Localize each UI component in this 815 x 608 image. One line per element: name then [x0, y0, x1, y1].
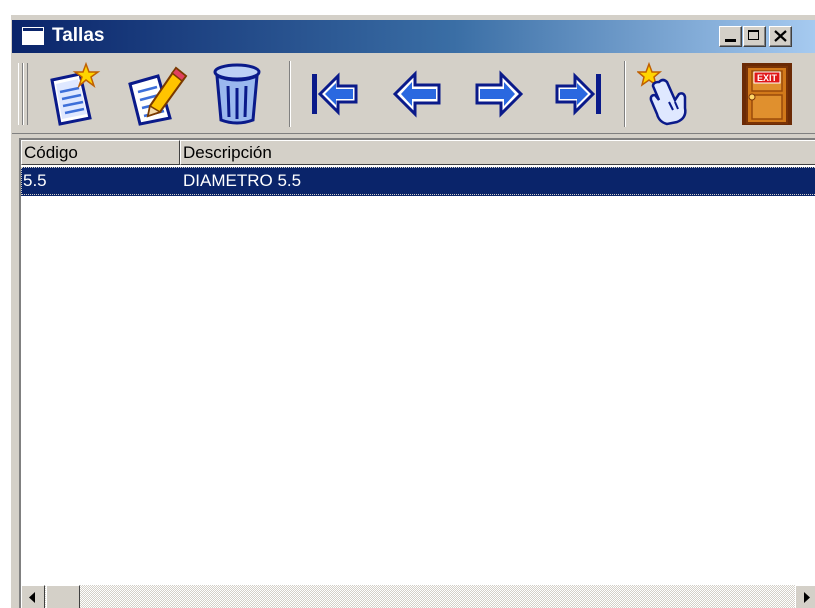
column-header-descripcion[interactable]: Descripción [180, 140, 815, 165]
tallas-window: Tallas EXIT Código Descripción 5.5 DIAME… [10, 14, 815, 608]
scroll-left-button[interactable] [21, 585, 45, 608]
select-button[interactable] [634, 60, 700, 128]
scroll-right-button[interactable] [795, 585, 815, 608]
cell-codigo: 5.5 [23, 171, 47, 190]
delete-button[interactable] [204, 60, 270, 128]
column-header-codigo[interactable]: Código [21, 140, 180, 165]
exit-door-icon: EXIT [742, 63, 792, 125]
list-header: Código Descripción [21, 140, 815, 165]
first-record-button[interactable] [301, 60, 367, 128]
toolbar-grip-2[interactable] [23, 63, 28, 125]
new-record-button[interactable] [39, 60, 105, 128]
maximize-button[interactable] [743, 26, 766, 47]
arrow-right-icon [804, 592, 810, 603]
select-hand-icon [637, 62, 687, 126]
exit-button[interactable]: EXIT [734, 60, 800, 128]
toolbar-separator-2 [624, 61, 626, 127]
cell-descripcion: DIAMETRO 5.5 [183, 171, 302, 190]
toolbar: EXIT [12, 55, 815, 134]
window-title: Tallas [52, 25, 105, 46]
title-bar[interactable]: Tallas [12, 20, 815, 53]
last-record-button[interactable] [546, 60, 612, 128]
edit-record-icon [128, 66, 188, 126]
scroll-thumb[interactable] [46, 585, 80, 608]
toolbar-separator [289, 61, 291, 127]
edit-record-button[interactable] [123, 60, 189, 128]
first-record-icon [312, 72, 358, 116]
previous-record-icon [392, 70, 441, 118]
exit-label: EXIT [757, 73, 778, 83]
previous-record-button[interactable] [384, 60, 450, 128]
close-button[interactable] [769, 26, 792, 47]
arrow-left-icon [29, 592, 35, 603]
next-record-button[interactable] [466, 60, 532, 128]
close-icon [774, 30, 787, 42]
minimize-button[interactable] [719, 26, 742, 47]
horizontal-scrollbar[interactable] [21, 585, 815, 608]
tallas-list[interactable]: Código Descripción 5.5 DIAMETRO 5.5 [19, 138, 815, 608]
next-record-icon [475, 70, 524, 118]
new-record-icon [50, 62, 101, 126]
last-record-icon [555, 72, 601, 116]
window-icon [22, 27, 44, 45]
trash-icon [213, 63, 261, 125]
table-row[interactable]: 5.5 DIAMETRO 5.5 [21, 167, 815, 196]
